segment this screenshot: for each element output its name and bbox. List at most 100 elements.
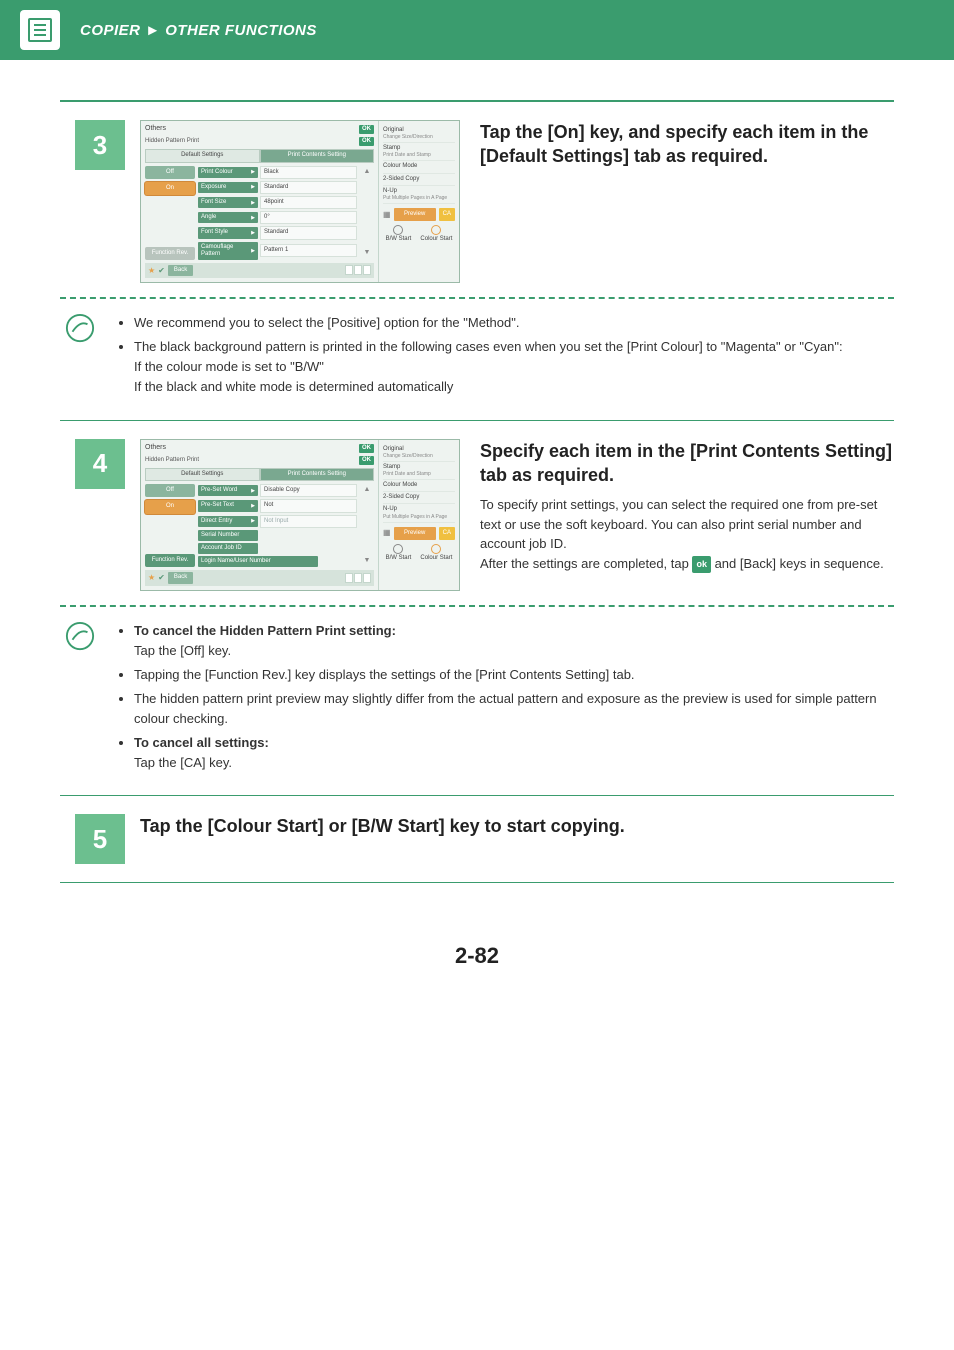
- setting-key[interactable]: Direct Entry: [198, 516, 258, 527]
- numpad-icon[interactable]: [345, 573, 371, 583]
- breadcrumb-section: COPIER: [80, 22, 141, 39]
- ok-button[interactable]: OK: [359, 444, 374, 453]
- preview-button[interactable]: Preview: [394, 208, 436, 221]
- right-colour-mode[interactable]: Colour Mode: [383, 480, 455, 492]
- breadcrumb-page: OTHER FUNCTIONS: [165, 22, 317, 39]
- function-rev-button[interactable]: Function Rev.: [145, 247, 195, 260]
- ok-inline-icon: ok: [692, 556, 711, 574]
- note2-b2: Tapping the [Function Rev.] key displays…: [134, 665, 894, 685]
- right-stamp[interactable]: StampPrint Date and Stamp: [383, 462, 455, 480]
- setting-value: Standard: [260, 181, 357, 194]
- step-5: 5 Tap the [Colour Start] or [B/W Start] …: [60, 814, 894, 864]
- setting-value: Black: [260, 166, 357, 179]
- top-bar: COPIER ► OTHER FUNCTIONS: [0, 0, 954, 60]
- check-icon[interactable]: ✔: [158, 573, 165, 583]
- device-subtitle: Hidden Pattern Print: [145, 457, 199, 464]
- step-5-title: Tap the [Colour Start] or [B/W Start] ke…: [140, 814, 894, 838]
- scrollbar[interactable]: ▲▼: [360, 484, 374, 567]
- note1-line4: If the black and white mode is determine…: [134, 377, 894, 397]
- setting-key[interactable]: Account Job ID: [198, 543, 258, 554]
- right-colour-mode[interactable]: Colour Mode: [383, 161, 455, 173]
- setting-key[interactable]: Pre-Set Text: [198, 500, 258, 511]
- setting-value: Pattern 1: [260, 244, 357, 257]
- setting-key[interactable]: Camouflage Pattern: [198, 242, 258, 260]
- setting-value: 48point: [260, 196, 357, 209]
- right-stamp[interactable]: StampPrint Date and Stamp: [383, 143, 455, 161]
- ca-button[interactable]: CA: [439, 527, 455, 540]
- step-number: 3: [75, 120, 125, 170]
- back-button[interactable]: Back: [168, 572, 193, 583]
- page-number: 2-82: [60, 943, 894, 969]
- setting-value: Not Input: [260, 515, 357, 528]
- function-rev-button[interactable]: Function Rev.: [145, 554, 195, 567]
- dashed-divider: [60, 297, 894, 299]
- step-3: 3 OthersOK Hidden Pattern PrintOK Defaul…: [60, 120, 894, 283]
- preview-thumb-icon: ▦: [383, 210, 391, 220]
- on-button[interactable]: On: [145, 182, 195, 195]
- off-button[interactable]: Off: [145, 484, 195, 497]
- step-3-title: Tap the [On] key, and specify each item …: [480, 120, 894, 169]
- tab-print-contents[interactable]: Print Contents Setting: [260, 468, 375, 481]
- setting-key[interactable]: Pre-Set Word: [198, 485, 258, 496]
- right-original[interactable]: OriginalChange Size/Direction: [383, 125, 455, 143]
- note-block-2: To cancel the Hidden Pattern Print setti…: [60, 621, 894, 778]
- setting-key[interactable]: Font Size: [198, 197, 258, 208]
- tab-default-settings[interactable]: Default Settings: [145, 149, 260, 162]
- divider: [60, 795, 894, 796]
- step-4-desc1: To specify print settings, you can selec…: [480, 495, 894, 554]
- back-button[interactable]: Back: [168, 265, 193, 276]
- colour-start-button[interactable]: Colour Start: [420, 225, 452, 243]
- breadcrumb-sep: ►: [145, 22, 160, 39]
- note-icon: [60, 621, 100, 651]
- off-button[interactable]: Off: [145, 166, 195, 179]
- preview-thumb-icon: ▦: [383, 528, 391, 538]
- note-block-1: We recommend you to select the [Positive…: [60, 313, 894, 402]
- device-screenshot-step4: Others OK Hidden Pattern Print OK Default …: [140, 439, 460, 591]
- divider: [60, 882, 894, 883]
- right-2sided[interactable]: 2-Sided Copy: [383, 492, 455, 504]
- note2-b3: The hidden pattern print preview may sli…: [134, 689, 894, 729]
- note1-line2: The black background pattern is printed …: [134, 337, 894, 397]
- device-screenshot-step3: OthersOK Hidden Pattern PrintOK Default …: [140, 120, 460, 283]
- ca-button[interactable]: CA: [439, 208, 455, 221]
- note-icon: [60, 313, 100, 343]
- ok-button[interactable]: OK: [359, 125, 374, 134]
- setting-value: Not: [260, 499, 357, 512]
- note1-line3: If the colour mode is set to "B/W": [134, 357, 894, 377]
- step-number: 4: [75, 439, 125, 489]
- favorite-icon[interactable]: ★: [148, 266, 155, 276]
- device-subtitle: Hidden Pattern Print: [145, 138, 199, 145]
- colour-start-button[interactable]: Colour Start: [420, 544, 452, 562]
- ok-button[interactable]: OK: [359, 456, 374, 465]
- right-original[interactable]: OriginalChange Size/Direction: [383, 444, 455, 462]
- favorite-icon[interactable]: ★: [148, 573, 155, 583]
- right-2sided[interactable]: 2-Sided Copy: [383, 174, 455, 186]
- breadcrumb: COPIER ► OTHER FUNCTIONS: [80, 22, 317, 39]
- scrollbar[interactable]: ▲▼: [360, 166, 374, 260]
- note1-line1: We recommend you to select the [Positive…: [134, 313, 894, 333]
- copier-icon: [20, 10, 60, 50]
- tab-default-settings[interactable]: Default Settings: [145, 468, 260, 481]
- check-icon[interactable]: ✔: [158, 266, 165, 276]
- note2-b4: To cancel all settings: Tap the [CA] key…: [134, 733, 894, 773]
- step-4: 4 Others OK Hidden Pattern Print OK Defaul…: [60, 439, 894, 591]
- step-4-title: Specify each item in the [Print Contents…: [480, 439, 894, 488]
- setting-key[interactable]: Print Colour: [198, 167, 258, 178]
- preview-button[interactable]: Preview: [394, 527, 436, 540]
- right-nup[interactable]: N-UpPut Multiple Pages in A Page: [383, 504, 455, 522]
- on-button[interactable]: On: [145, 500, 195, 513]
- setting-value: Standard: [260, 226, 357, 239]
- setting-key[interactable]: Serial Number: [198, 530, 258, 541]
- setting-key[interactable]: Angle: [198, 212, 258, 223]
- setting-key[interactable]: Exposure: [198, 182, 258, 193]
- ok-button[interactable]: OK: [359, 137, 374, 146]
- device-title: Others: [145, 444, 166, 452]
- numpad-icon[interactable]: [345, 265, 371, 275]
- setting-key[interactable]: Login Name/User Number: [198, 556, 318, 567]
- right-nup[interactable]: N-UpPut Multiple Pages in A Page: [383, 186, 455, 204]
- bw-start-button[interactable]: B/W Start: [386, 544, 412, 562]
- tab-print-contents[interactable]: Print Contents Setting: [260, 149, 375, 162]
- bw-start-button[interactable]: B/W Start: [386, 225, 412, 243]
- setting-value: 0°: [260, 211, 357, 224]
- setting-key[interactable]: Font Style: [198, 227, 258, 238]
